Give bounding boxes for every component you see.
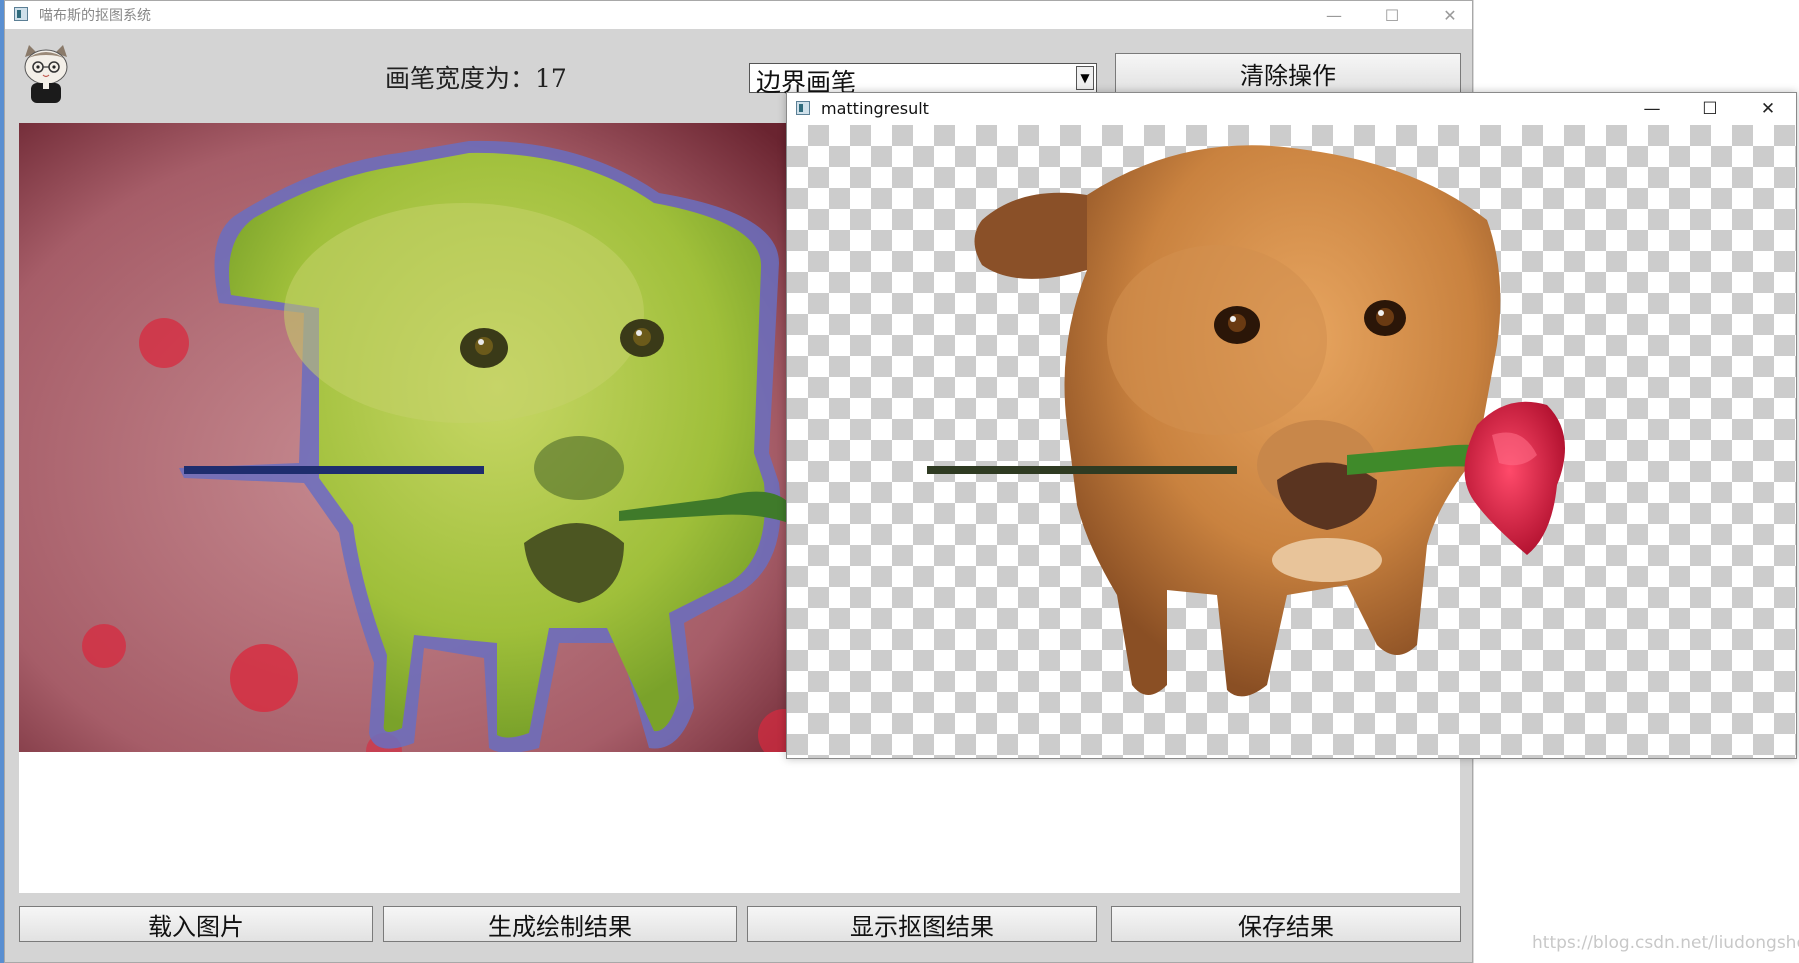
watermark-text: https://blog.csdn.net/liudongshengcn [1532, 933, 1799, 953]
matting-result-window: mattingresult — ☐ ✕ [786, 92, 1797, 759]
matting-result-image [927, 145, 1565, 697]
maximize-icon[interactable]: ☐ [1681, 93, 1739, 125]
app-icon [796, 101, 810, 115]
generate-result-button[interactable]: 生成绘制结果 [383, 906, 737, 942]
save-result-button[interactable]: 保存结果 [1111, 906, 1461, 942]
source-image-with-brush-overlay[interactable] [19, 123, 789, 752]
show-matting-button[interactable]: 显示抠图结果 [747, 906, 1097, 942]
close-icon[interactable]: ✕ [1739, 93, 1797, 125]
brush-width-label: 画笔宽度为：17 [385, 64, 567, 93]
minimize-icon[interactable]: — [1305, 1, 1363, 29]
cat-avatar-icon [24, 45, 68, 103]
main-titlebar: 喵布斯的抠图系统 — ☐ ✕ [5, 1, 1472, 29]
main-window-title: 喵布斯的抠图系统 [39, 8, 151, 24]
matting-window-title: mattingresult [821, 99, 929, 118]
minimize-icon[interactable]: — [1623, 93, 1681, 125]
maximize-icon[interactable]: ☐ [1363, 1, 1421, 29]
chevron-down-icon[interactable]: ▼ [1076, 66, 1094, 90]
clear-button[interactable]: 清除操作 [1115, 53, 1461, 93]
matting-titlebar: mattingresult — ☐ ✕ [787, 93, 1796, 125]
close-icon[interactable]: ✕ [1421, 1, 1479, 29]
brush-mode-select[interactable]: 边界画笔 ▼ [749, 63, 1097, 97]
app-icon [14, 7, 28, 21]
matting-result-canvas [787, 125, 1796, 758]
load-image-button[interactable]: 载入图片 [19, 906, 373, 942]
